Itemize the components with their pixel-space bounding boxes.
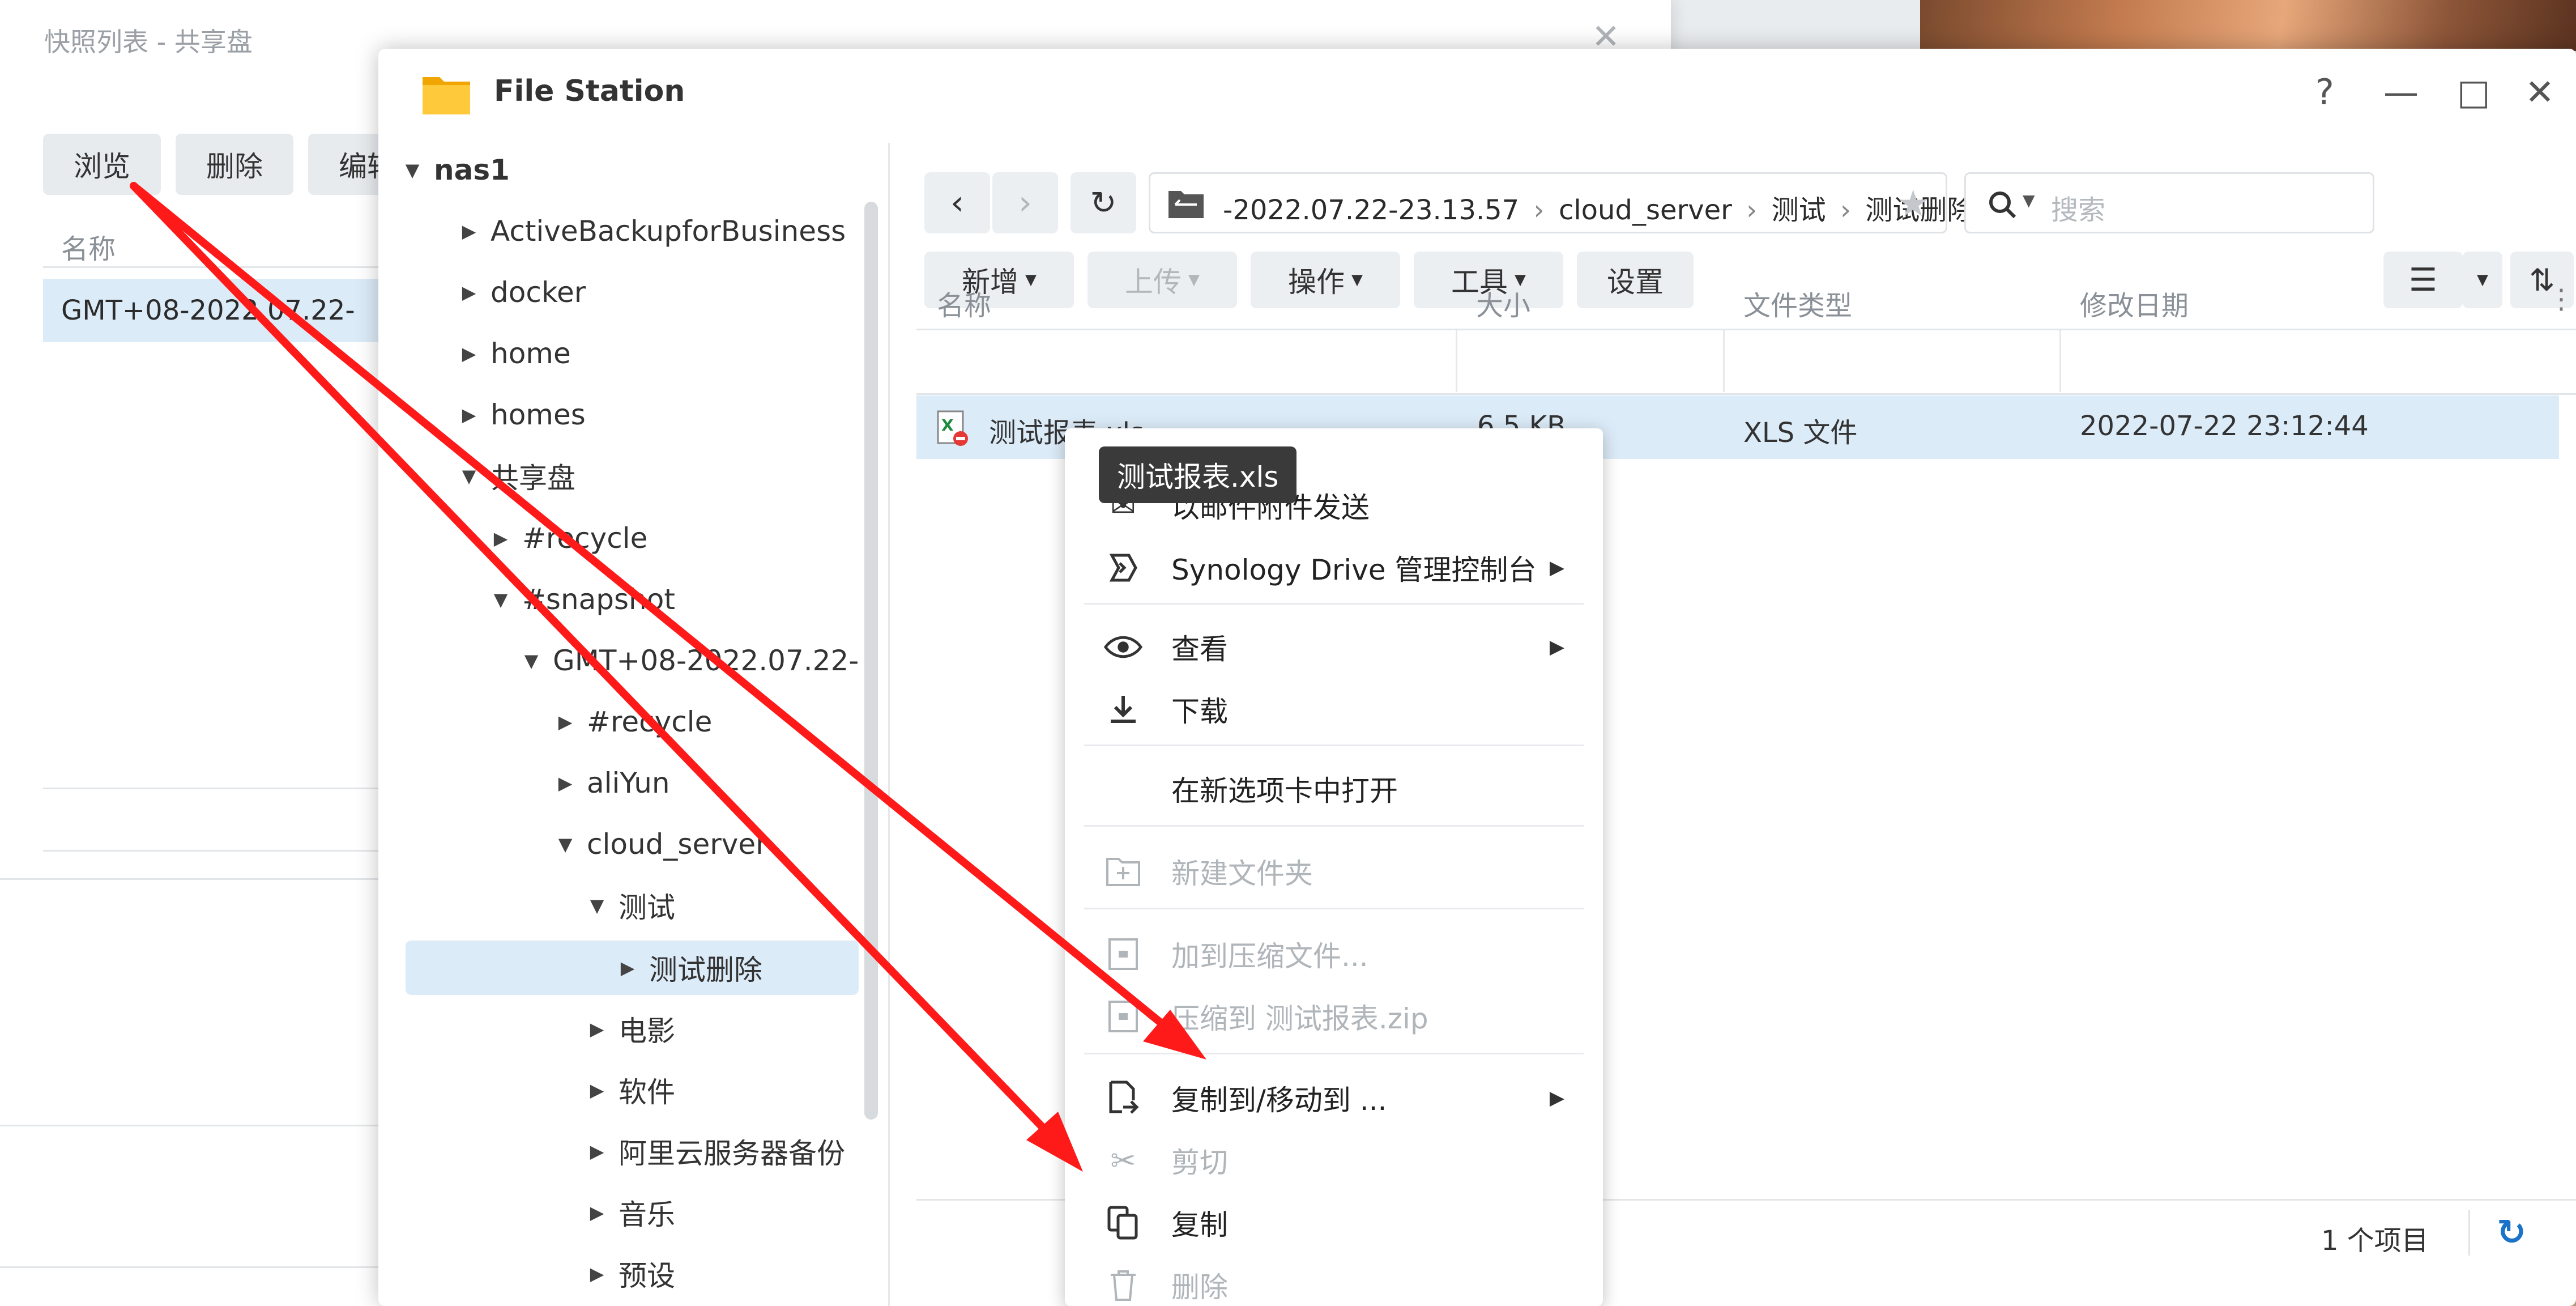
annotation-arrows bbox=[130, 182, 1206, 1172]
annotation-arrow bbox=[130, 182, 1063, 1148]
annotation-arrow bbox=[130, 182, 1182, 1041]
